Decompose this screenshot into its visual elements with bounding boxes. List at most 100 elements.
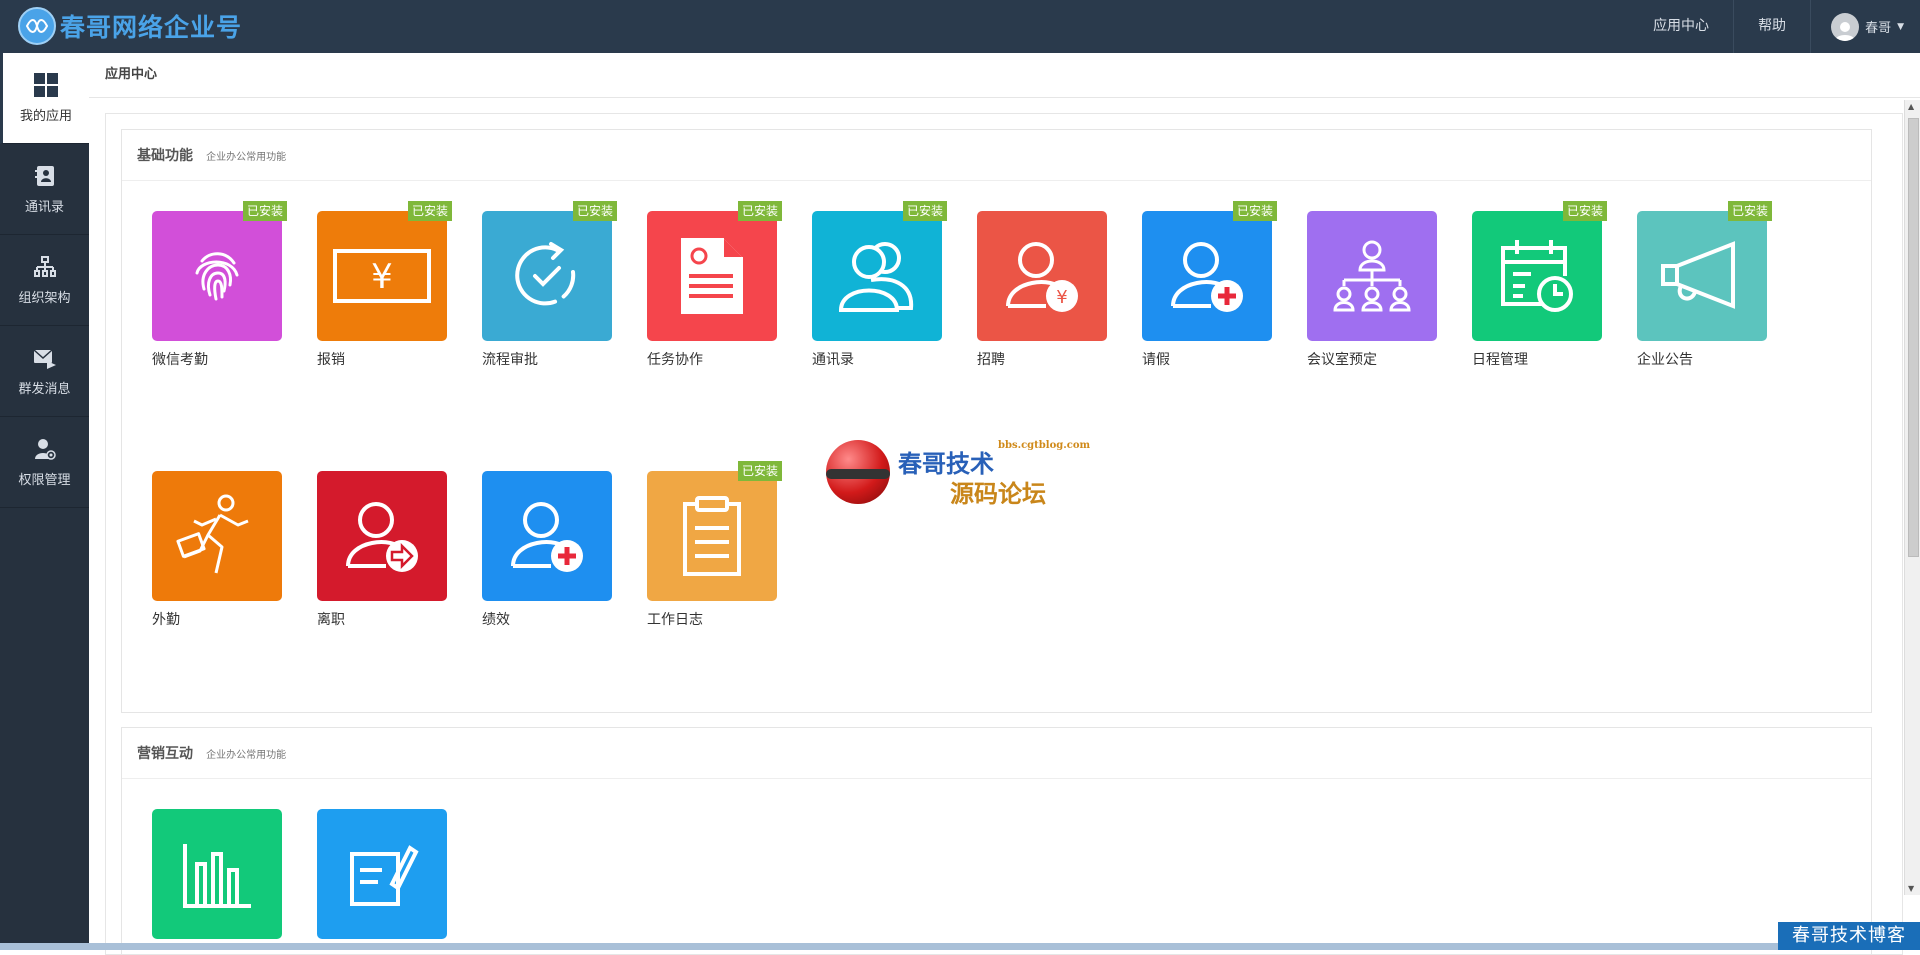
app-tile-schedule[interactable]: 已安装 日程管理: [1472, 201, 1607, 381]
app-tile-marketing-form[interactable]: [317, 809, 447, 954]
sidebar-item-mass-message[interactable]: 群发消息: [0, 326, 89, 417]
app-tile-box: ¥: [317, 211, 447, 341]
installed-badge: 已安装: [242, 201, 287, 221]
app-label: 报销: [317, 352, 345, 368]
app-tile-resignation[interactable]: 离职: [317, 471, 447, 641]
yen-card-icon: ¥: [333, 249, 431, 303]
app-label: 微信考勤: [152, 352, 208, 368]
username: 春哥: [1865, 21, 1892, 36]
installed-badge: 已安装: [1562, 201, 1607, 221]
app-label: 任务协作: [647, 352, 703, 368]
installed-badge: 已安装: [902, 201, 947, 221]
app-tile-recruit[interactable]: ¥ 招聘: [977, 211, 1107, 381]
app-tile-task[interactable]: 已安装 任务协作: [647, 201, 782, 381]
nav-app-center[interactable]: 应用中心: [1629, 0, 1733, 53]
main-area: 应用中心 基础功能 企业办公常用功能 已安装 微信考勤 ¥ 已安装 报销 已安装…: [89, 53, 1920, 955]
panel-header: 营销互动 企业办公常用功能: [122, 728, 1871, 779]
app-tile-box: [152, 471, 282, 601]
app-tile-reimbursement[interactable]: ¥ 已安装 报销: [317, 201, 452, 381]
panel-subtitle: 企业办公常用功能: [206, 750, 287, 761]
app-tile-box: [1637, 211, 1767, 341]
panel-header: 基础功能 企业办公常用功能: [122, 130, 1871, 181]
panel-title: 营销互动: [137, 746, 193, 762]
grid-icon: [34, 72, 58, 97]
sidebar: 我的应用 通讯录 组织架构 群发消息 权限管理: [0, 53, 89, 950]
brand-name: 春哥网络企业号: [60, 13, 243, 42]
sidebar-item-org-chart[interactable]: 组织架构: [0, 235, 89, 326]
app-tile-marketing-stats[interactable]: [152, 809, 282, 954]
edit-note-icon: [350, 845, 419, 906]
scroll-up-icon[interactable]: ▲: [1908, 102, 1914, 111]
nav-help[interactable]: 帮助: [1734, 0, 1810, 53]
user-yen-icon: ¥: [1006, 242, 1078, 312]
watermark-logo: bbs.cgtblog.com 春哥技术 源码论坛: [820, 436, 1100, 516]
sidebar-item-my-apps[interactable]: 我的应用: [0, 53, 89, 144]
app-label: 企业公告: [1637, 352, 1693, 368]
user-plus-icon: [511, 502, 583, 572]
app-tile-attendance[interactable]: 已安装 微信考勤: [152, 201, 287, 381]
watermark-url: bbs.cgtblog.com: [998, 440, 1091, 451]
megaphone-icon: [1661, 241, 1735, 309]
app-tile-contacts[interactable]: 已安装 通讯录: [812, 201, 947, 381]
running-man-icon: [176, 494, 249, 574]
brand-logo[interactable]: 春哥网络企业号: [18, 6, 242, 46]
users-icon: [838, 242, 914, 312]
breadcrumb: 应用中心: [89, 53, 1920, 98]
app-tile-box: [317, 471, 447, 601]
user-plus-icon: [1171, 242, 1243, 312]
installed-badge: 已安装: [737, 461, 782, 481]
svg-text:¥: ¥: [1056, 287, 1067, 308]
brand-logo-icon: [18, 7, 56, 45]
sidebar-item-permissions[interactable]: 权限管理: [0, 417, 89, 508]
installed-badge: 已安装: [1232, 201, 1277, 221]
sidebar-item-label: 权限管理: [18, 472, 71, 488]
permission-user-icon: [34, 437, 56, 461]
document-icon: [681, 238, 743, 314]
sidebar-item-label: 组织架构: [18, 290, 71, 306]
app-tile-field-work[interactable]: 外勤: [152, 471, 282, 641]
caret-down-icon: ▼: [1897, 21, 1904, 32]
app-label: 离职: [317, 612, 345, 628]
fingerprint-icon: [195, 252, 239, 301]
app-tile-box: [647, 211, 777, 341]
corner-watermark: 春哥技术博客: [1778, 922, 1920, 950]
app-tile-box: [1142, 211, 1272, 341]
app-tile-box: [1307, 211, 1437, 341]
app-tile-performance[interactable]: 绩效: [482, 471, 612, 641]
sidebar-item-contacts[interactable]: 通讯录: [0, 144, 89, 235]
user-menu[interactable]: 春哥 ▼: [1811, 0, 1920, 53]
panel-basic-functions: 基础功能 企业办公常用功能 已安装 微信考勤 ¥ 已安装 报销 已安装 流程审批…: [121, 129, 1872, 713]
app-label: 招聘: [977, 352, 1005, 368]
user-exit-icon: [346, 502, 418, 572]
vertical-scrollbar[interactable]: ▲ ▼: [1904, 100, 1920, 895]
app-tile-leave[interactable]: 已安装 请假: [1142, 201, 1277, 381]
org-chart-icon: [33, 255, 56, 279]
svg-text:¥: ¥: [371, 257, 393, 297]
contacts-book-icon: [34, 164, 56, 188]
app-label: 外勤: [152, 612, 180, 628]
installed-badge: 已安装: [572, 201, 617, 221]
app-tile-announcement[interactable]: 已安装 企业公告: [1637, 201, 1772, 381]
app-tile-box: [482, 471, 612, 601]
avatar: [1831, 12, 1860, 41]
os-taskbar: [0, 943, 1778, 950]
scrollbar-thumb[interactable]: [1908, 118, 1919, 557]
sidebar-item-label: 通讯录: [24, 199, 64, 215]
sidebar-item-label: 我的应用: [19, 108, 72, 124]
app-tile-approval[interactable]: 已安装 流程审批: [482, 201, 617, 381]
app-label: 绩效: [482, 612, 510, 628]
hierarchy-icon: [1333, 240, 1411, 312]
calendar-clock-icon: [1501, 240, 1573, 312]
app-label: 工作日志: [647, 612, 703, 628]
app-tile-box: [1472, 211, 1602, 341]
installed-badge: 已安装: [737, 201, 782, 221]
app-tile-box: [647, 471, 777, 601]
clipboard-icon: [683, 496, 741, 576]
app-tile-box: [482, 211, 612, 341]
app-tile-box: [152, 809, 282, 939]
content-area: 基础功能 企业办公常用功能 已安装 微信考勤 ¥ 已安装 报销 已安装 流程审批…: [105, 113, 1903, 955]
app-tile-meeting-room[interactable]: 会议室预定: [1307, 211, 1437, 381]
scroll-down-icon[interactable]: ▼: [1908, 884, 1914, 893]
app-tile-work-log[interactable]: 已安装 工作日志: [647, 461, 782, 641]
app-tile-box: ¥: [977, 211, 1107, 341]
